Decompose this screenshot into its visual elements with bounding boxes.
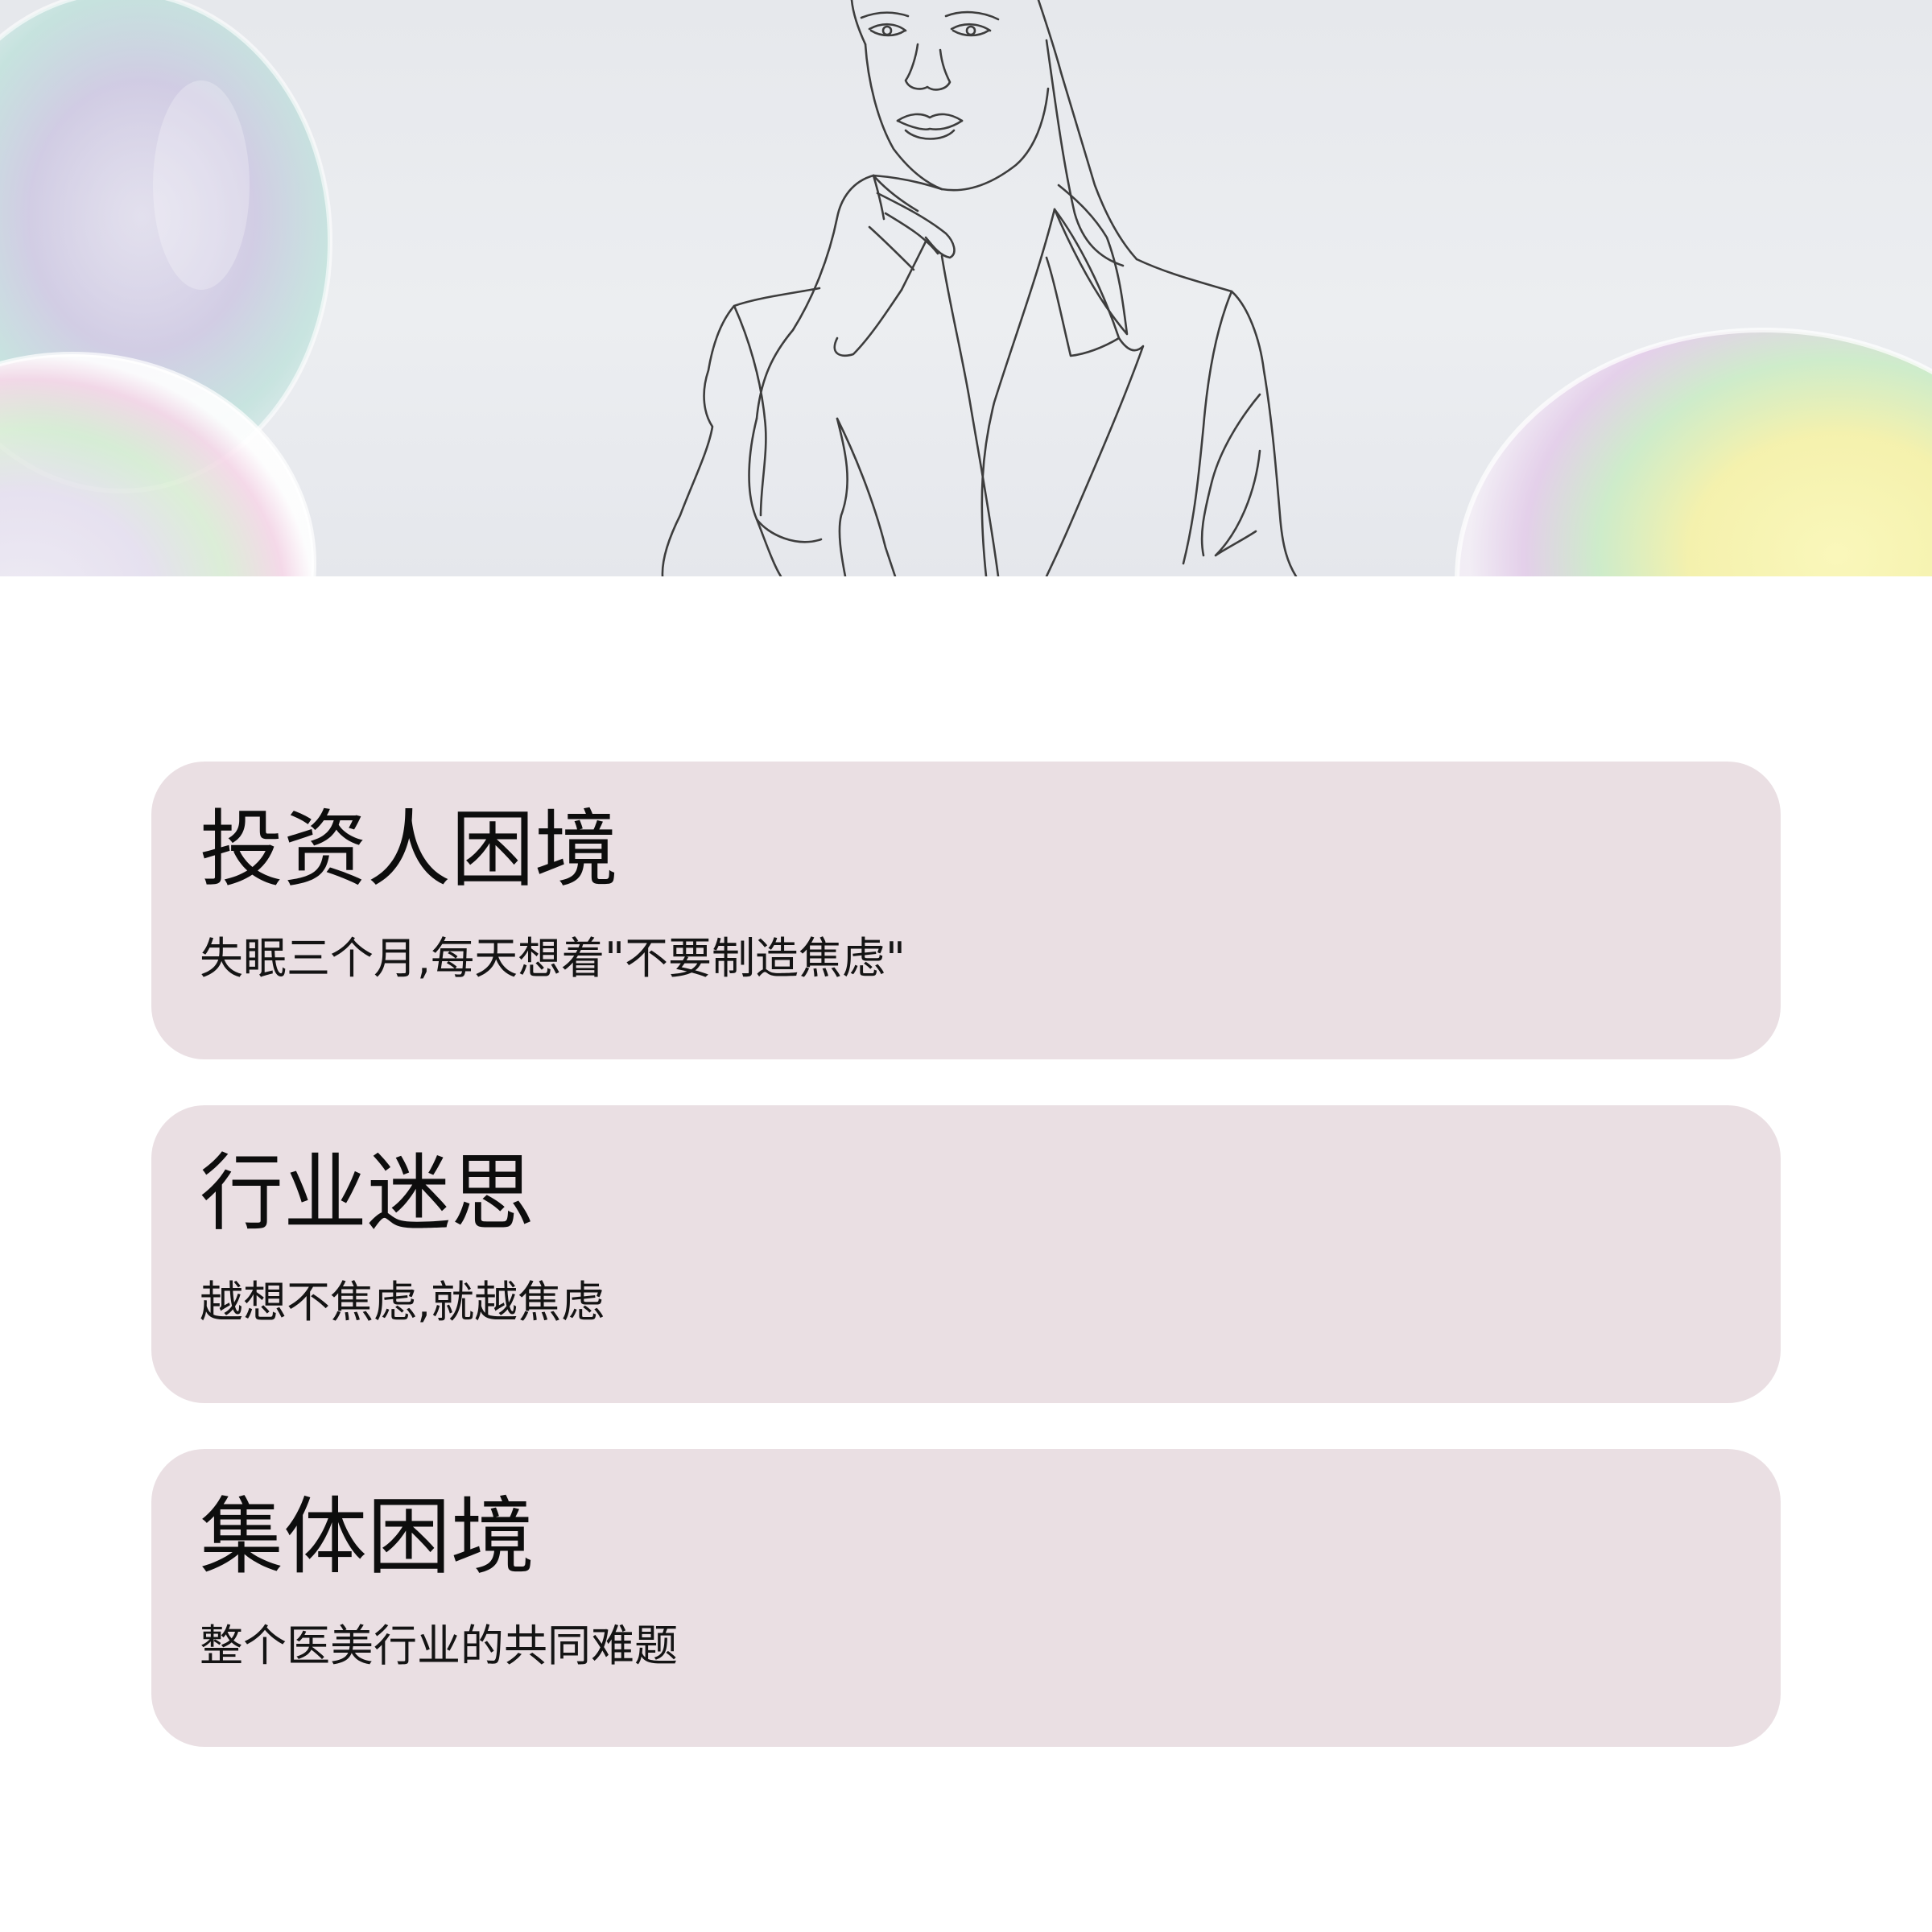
- page: 投资人困境 失眠三个月,每天想着"不要制造焦虑" 行业迷思 越想不焦虑,就越焦虑…: [0, 0, 1932, 1932]
- card-title: 行业迷思: [200, 1144, 535, 1242]
- card-list: 投资人困境 失眠三个月,每天想着"不要制造焦虑" 行业迷思 越想不焦虑,就越焦虑…: [151, 762, 1781, 1793]
- card-industry-myth: 行业迷思 越想不焦虑,就越焦虑: [151, 1105, 1781, 1403]
- card-description: 失眠三个月,每天想着"不要制造焦虑": [200, 932, 906, 984]
- woman-line-drawing: [661, 0, 1298, 576]
- bubble-right: [1455, 328, 1932, 576]
- hero-illustration: [0, 0, 1932, 576]
- card-investor-dilemma: 投资人困境 失眠三个月,每天想着"不要制造焦虑": [151, 762, 1781, 1059]
- card-title: 集体困境: [200, 1488, 535, 1586]
- card-description: 整个医美行业的共同难题: [200, 1620, 678, 1671]
- card-collective-dilemma: 集体困境 整个医美行业的共同难题: [151, 1449, 1781, 1747]
- card-description: 越想不焦虑,就越焦虑: [200, 1276, 605, 1327]
- hero-art: [0, 0, 1932, 576]
- card-title: 投资人困境: [200, 800, 619, 898]
